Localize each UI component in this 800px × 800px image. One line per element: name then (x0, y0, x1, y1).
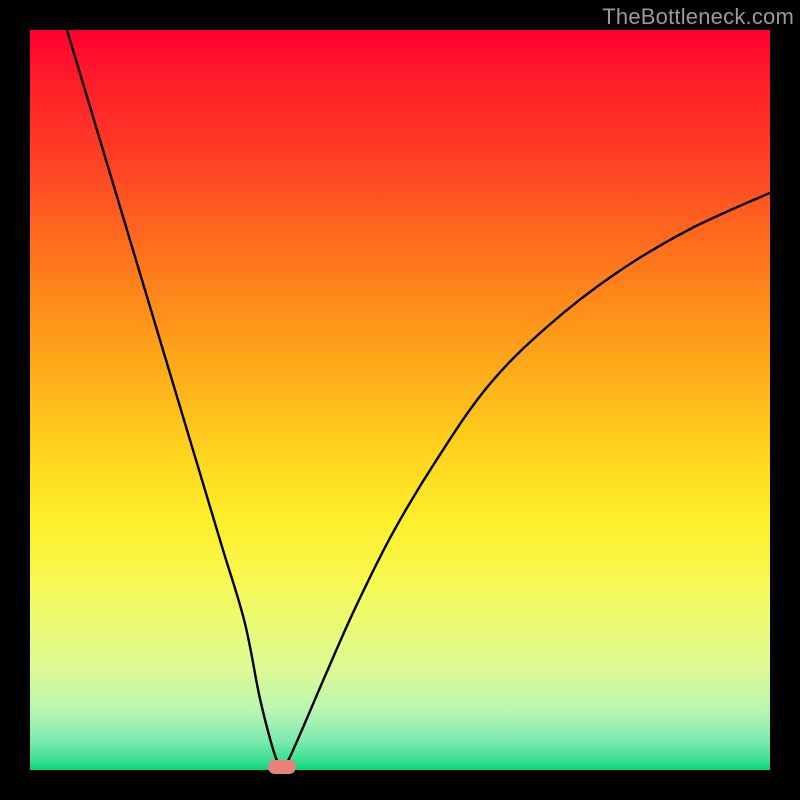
chart-frame: TheBottleneck.com (0, 0, 800, 800)
chart-plot-area (30, 30, 770, 770)
optimum-marker (268, 760, 296, 774)
bottleneck-curve (30, 30, 770, 770)
watermark-text: TheBottleneck.com (602, 4, 794, 30)
